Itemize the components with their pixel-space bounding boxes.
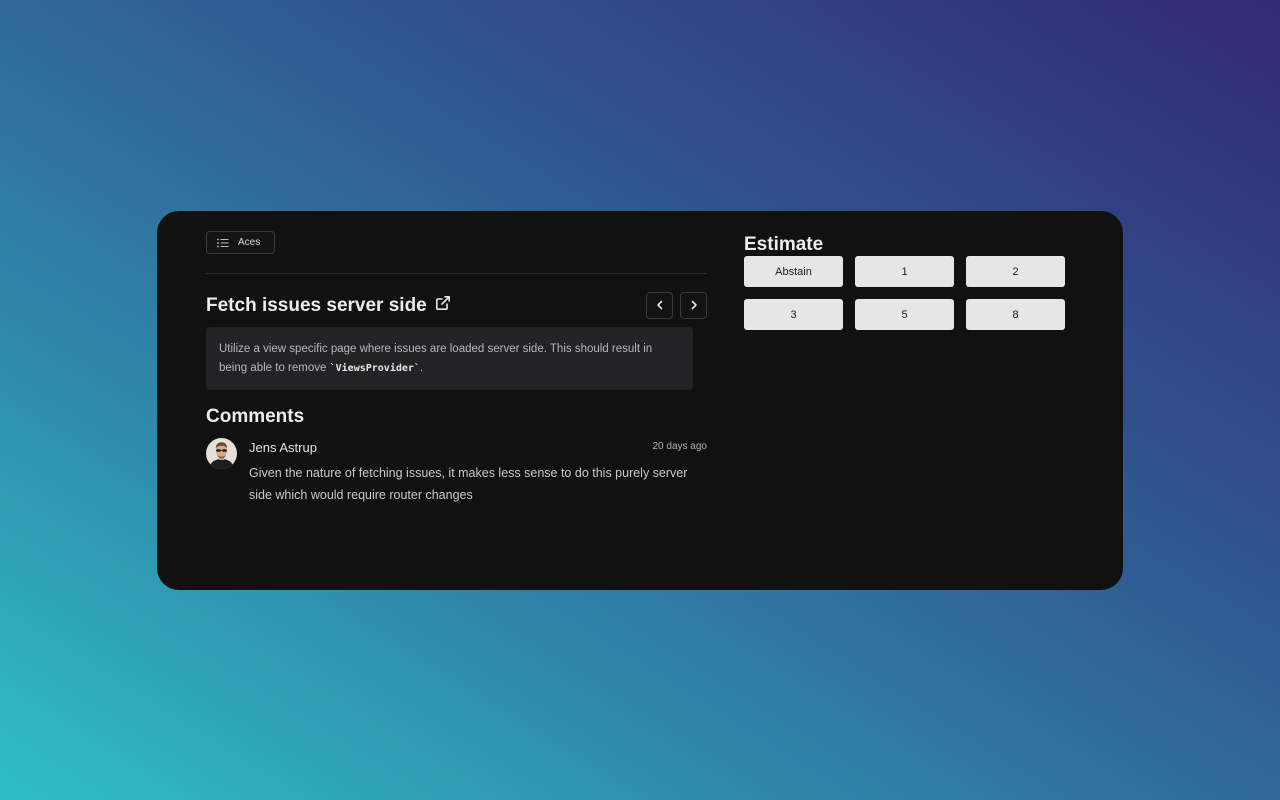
previous-issue-button[interactable] [646, 292, 673, 319]
divider [206, 273, 707, 274]
estimate-3-button[interactable]: 3 [744, 299, 843, 330]
issue-header: Fetch issues server side [206, 292, 707, 324]
comment-timestamp: 20 days ago [652, 441, 708, 452]
avatar [206, 438, 237, 469]
estimate-panel: Estimate Abstain 1 2 3 5 8 [744, 233, 1074, 330]
comment-author: Jens Astrup [249, 440, 317, 455]
issue-panel: Aces Fetch issues server side Utilize a … [206, 231, 707, 507]
next-issue-button[interactable] [680, 292, 707, 319]
estimate-options: Abstain 1 2 3 5 8 [744, 256, 1074, 330]
team-label: Aces [238, 237, 261, 248]
issue-description: Utilize a view specific page where issue… [206, 327, 693, 390]
issue-card: Aces Fetch issues server side Utilize a … [157, 211, 1123, 590]
comment-body: Given the nature of fetching issues, it … [249, 466, 688, 502]
comments-heading: Comments [206, 406, 305, 427]
issue-title: Fetch issues server side [206, 295, 451, 317]
estimate-abstain-button[interactable]: Abstain [744, 256, 843, 287]
chevron-left-icon [656, 297, 664, 315]
team-button[interactable]: Aces [206, 231, 275, 254]
chevron-right-icon [690, 297, 698, 315]
estimate-8-button[interactable]: 8 [966, 299, 1065, 330]
external-link-icon[interactable] [435, 295, 451, 317]
estimate-5-button[interactable]: 5 [855, 299, 954, 330]
issue-title-text: Fetch issues server side [206, 295, 427, 316]
estimate-heading: Estimate [744, 234, 824, 255]
estimate-1-button[interactable]: 1 [855, 256, 954, 287]
list-icon [217, 238, 229, 248]
description-text: Utilize a view specific page where issue… [219, 343, 653, 374]
description-suffix: . [419, 362, 424, 374]
estimate-2-button[interactable]: 2 [966, 256, 1065, 287]
comment-item: Jens Astrup 20 days ago Given the nature… [206, 437, 707, 507]
description-code: `ViewsProvider` [329, 363, 420, 374]
